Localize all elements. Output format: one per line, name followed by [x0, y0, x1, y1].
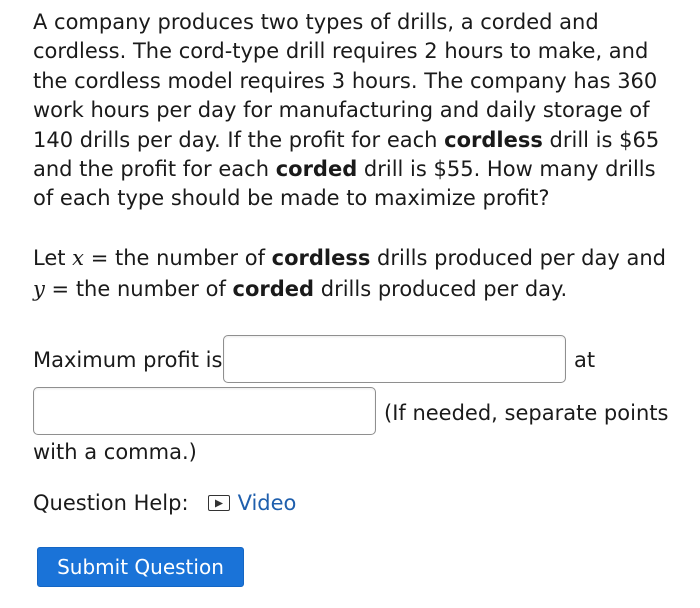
- let-text-3: drills produced per day and: [370, 246, 666, 270]
- let-bold-corded: corded: [232, 277, 315, 301]
- let-bold-cordless: cordless: [271, 246, 371, 270]
- let-text-1: Let: [33, 246, 73, 270]
- max-profit-label: Maximum profit is: [33, 348, 223, 372]
- problem-bold-corded: corded: [275, 157, 358, 182]
- var-y: y: [33, 277, 45, 301]
- submit-question-button[interactable]: Submit Question: [37, 547, 244, 587]
- separator-hint: (If needed, separate points: [384, 401, 669, 425]
- video-link[interactable]: Video: [207, 491, 297, 515]
- separator-hint-continued: with a comma.): [33, 440, 197, 464]
- question-help-label: Question Help:: [33, 491, 189, 515]
- problem-bold-cordless: cordless: [444, 127, 543, 152]
- play-video-icon: [207, 495, 230, 511]
- let-text-5: drills produced per day.: [314, 277, 568, 301]
- problem-statement: A company produces two types of drills, …: [33, 8, 678, 214]
- at-label: at: [574, 348, 596, 372]
- let-text-4: = the number of: [44, 277, 233, 301]
- var-x: x: [72, 246, 85, 270]
- variable-definition: Let x = the number of cordless drills pr…: [33, 243, 678, 305]
- max-profit-input[interactable]: [223, 335, 566, 383]
- point-input[interactable]: [33, 387, 376, 435]
- video-link-label: Video: [237, 491, 297, 515]
- let-text-2: = the number of: [84, 246, 272, 270]
- question-help: Question Help: Video: [33, 489, 296, 517]
